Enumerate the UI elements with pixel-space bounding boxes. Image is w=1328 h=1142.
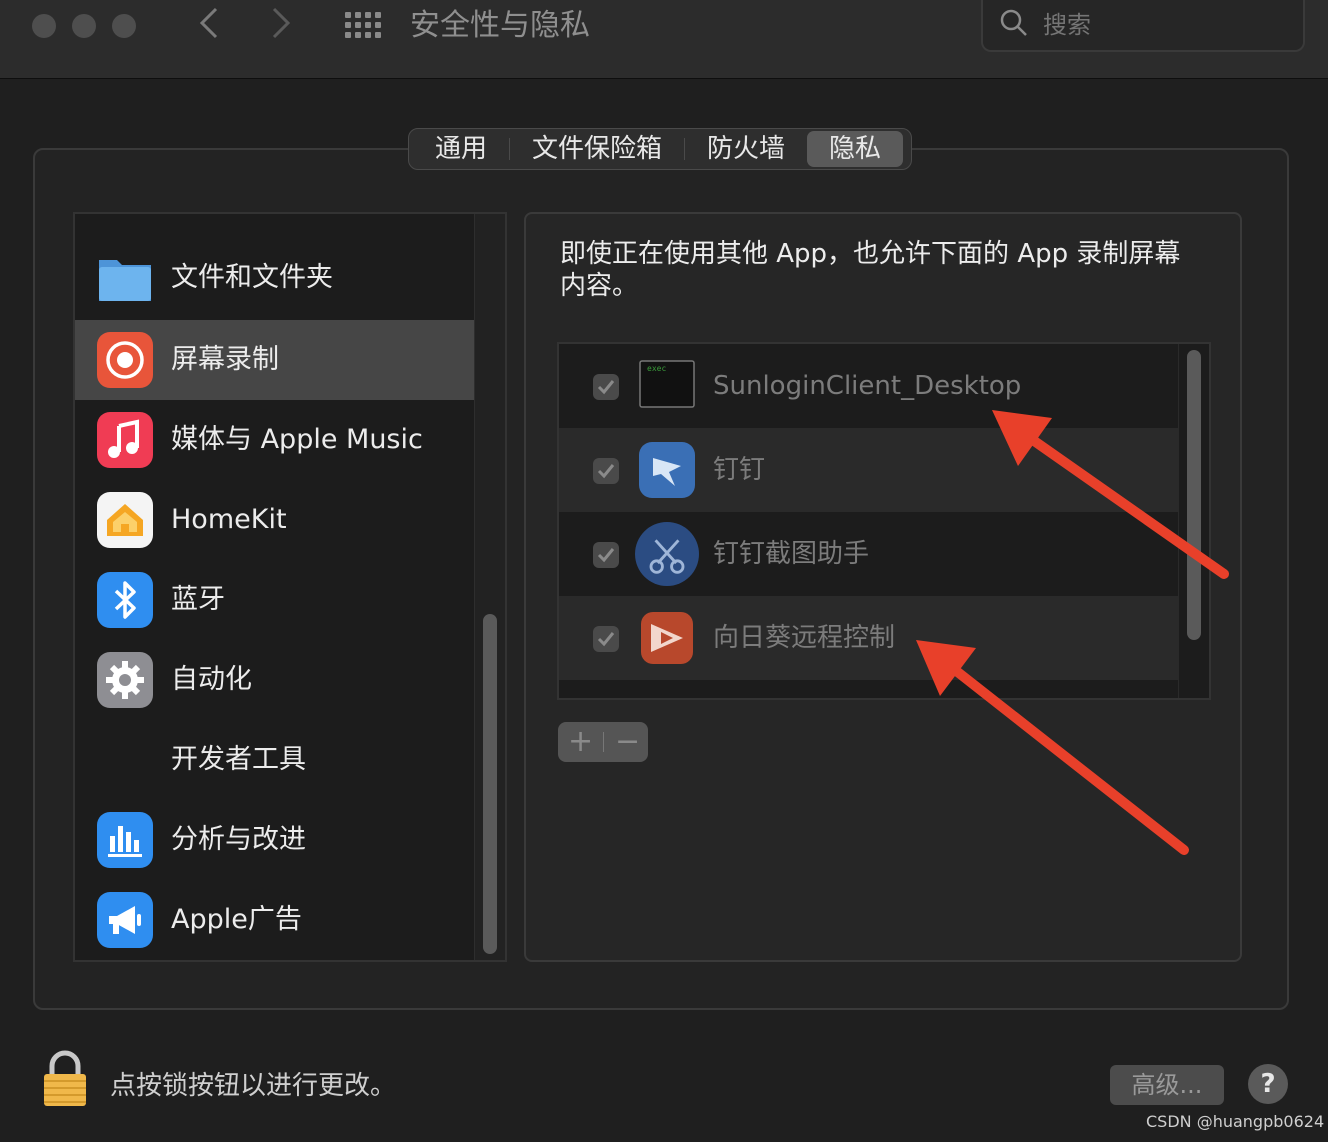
minimize-window-button[interactable] xyxy=(72,14,96,38)
sidebar-item-screen-recording[interactable]: 屏幕录制 xyxy=(75,320,477,400)
show-all-grid-icon[interactable] xyxy=(345,12,381,42)
sunlogin-icon xyxy=(641,612,693,664)
svg-text:exec: exec xyxy=(647,364,666,373)
app-row-sunlogin-client-desktop[interactable]: exec SunloginClient_Desktop xyxy=(559,344,1181,428)
checkmark-icon xyxy=(597,548,615,563)
music-icon xyxy=(97,412,153,468)
sidebar-item-label: 自动化 xyxy=(171,664,252,695)
pane-description: 即使正在使用其他 App，也允许下面的 App 录制屏幕内容。 xyxy=(560,239,1181,301)
home-icon xyxy=(97,492,153,548)
sidebar-item-label: 媒体与 Apple Music xyxy=(171,424,423,455)
sidebar-item-homekit[interactable]: HomeKit xyxy=(75,480,477,560)
checkmark-icon xyxy=(597,380,615,395)
checkmark-icon xyxy=(597,632,615,647)
app-row-sunlogin-remote-control[interactable]: 向日葵远程控制 xyxy=(559,596,1181,680)
app-row-partial[interactable] xyxy=(559,680,1181,700)
sidebar-item-apple-advertising[interactable]: Apple广告 xyxy=(75,880,477,960)
megaphone-icon xyxy=(97,892,153,948)
app-row-dingtalk-screenshot[interactable]: 钉钉截图助手 xyxy=(559,512,1181,596)
sidebar-item-bluetooth[interactable]: 蓝牙 xyxy=(75,560,477,640)
bluetooth-icon xyxy=(97,572,153,628)
app-list-scrollbar-thumb[interactable] xyxy=(1187,350,1201,640)
gear-icon xyxy=(97,652,153,708)
tab-filevault[interactable]: 文件保险箱 xyxy=(510,131,684,167)
privacy-category-list[interactable]: 文件和文件夹 屏幕录制 媒体与 Apple Music HomeKit 蓝牙 自… xyxy=(73,212,507,962)
help-button[interactable]: ? xyxy=(1248,1064,1288,1104)
analytics-icon xyxy=(97,812,153,868)
tab-bar: 通用 文件保险箱 防火墙 隐私 xyxy=(408,128,912,170)
sidebar-item-label: HomeKit xyxy=(171,504,287,535)
terminal-exec-icon: exec xyxy=(639,360,695,408)
sidebar-item-label: 分析与改进 xyxy=(171,824,306,855)
app-checkbox[interactable] xyxy=(593,458,619,484)
tab-general[interactable]: 通用 xyxy=(413,131,509,167)
lock-hint-text: 点按锁按钮以进行更改。 xyxy=(110,1071,397,1101)
add-app-button[interactable]: + xyxy=(568,722,593,762)
sidebar-scrollbar-thumb[interactable] xyxy=(483,614,497,954)
folder-icon xyxy=(97,212,153,214)
app-list[interactable]: exec SunloginClient_Desktop 钉钉 钉钉截图助手 向日… xyxy=(557,342,1211,700)
back-button[interactable] xyxy=(198,6,220,49)
app-name: 钉钉截图助手 xyxy=(713,539,870,569)
app-row-dingtalk[interactable]: 钉钉 xyxy=(559,428,1181,512)
sidebar-item-automation[interactable]: 自动化 xyxy=(75,640,477,720)
search-input[interactable] xyxy=(1043,8,1283,42)
tab-firewall[interactable]: 防火墙 xyxy=(685,131,807,167)
sidebar-item-media-apple-music[interactable]: 媒体与 Apple Music xyxy=(75,400,477,480)
sidebar-item-label: 屏幕录制 xyxy=(171,344,279,375)
lock-icon[interactable] xyxy=(40,1048,90,1108)
add-remove-control: + − xyxy=(558,722,648,762)
app-name: 钉钉 xyxy=(713,455,766,485)
sidebar-item-label: 蓝牙 xyxy=(171,584,225,615)
search-field[interactable] xyxy=(981,0,1305,52)
sidebar-item-label: 文件和文件夹 xyxy=(171,262,333,293)
sidebar-item-label: 开发者工具 xyxy=(171,744,306,775)
app-checkbox[interactable] xyxy=(593,542,619,568)
sidebar-item-label: Apple广告 xyxy=(171,904,302,935)
folder-icon xyxy=(99,260,151,301)
search-icon xyxy=(1000,9,1027,36)
checkmark-icon xyxy=(597,464,615,479)
add-remove-divider xyxy=(603,732,604,752)
scissors-icon xyxy=(635,522,699,586)
chevron-left-icon xyxy=(199,7,218,39)
sidebar-item-developer-tools[interactable]: 开发者工具 xyxy=(75,720,477,800)
screen-recording-icon xyxy=(97,332,153,388)
title-bar: 安全性与隐私 xyxy=(0,0,1328,79)
app-name: SunloginClient_Desktop xyxy=(713,371,1022,401)
zoom-window-button[interactable] xyxy=(112,14,136,38)
sidebar-item-partial[interactable] xyxy=(75,212,477,226)
advanced-button[interactable]: 高级... xyxy=(1110,1065,1224,1105)
watermark: CSDN @huangpb0624 xyxy=(1146,1112,1325,1131)
sidebar-item-analytics[interactable]: 分析与改进 xyxy=(75,800,477,880)
remove-app-button[interactable]: − xyxy=(615,722,640,762)
app-checkbox[interactable] xyxy=(593,626,619,652)
forward-button[interactable] xyxy=(270,6,292,49)
app-icon-partial xyxy=(639,698,695,700)
close-window-button[interactable] xyxy=(32,14,56,38)
sidebar-item-files-and-folders[interactable]: 文件和文件夹 xyxy=(75,238,477,318)
app-name: 向日葵远程控制 xyxy=(713,623,896,653)
app-checkbox[interactable] xyxy=(593,374,619,400)
window-title: 安全性与隐私 xyxy=(410,8,590,43)
chevron-right-icon xyxy=(272,7,291,39)
app-list-scrollbar[interactable] xyxy=(1178,344,1209,698)
sidebar-scrollbar[interactable] xyxy=(474,214,505,960)
dingtalk-icon xyxy=(639,442,695,498)
tab-privacy[interactable]: 隐私 xyxy=(807,131,904,167)
